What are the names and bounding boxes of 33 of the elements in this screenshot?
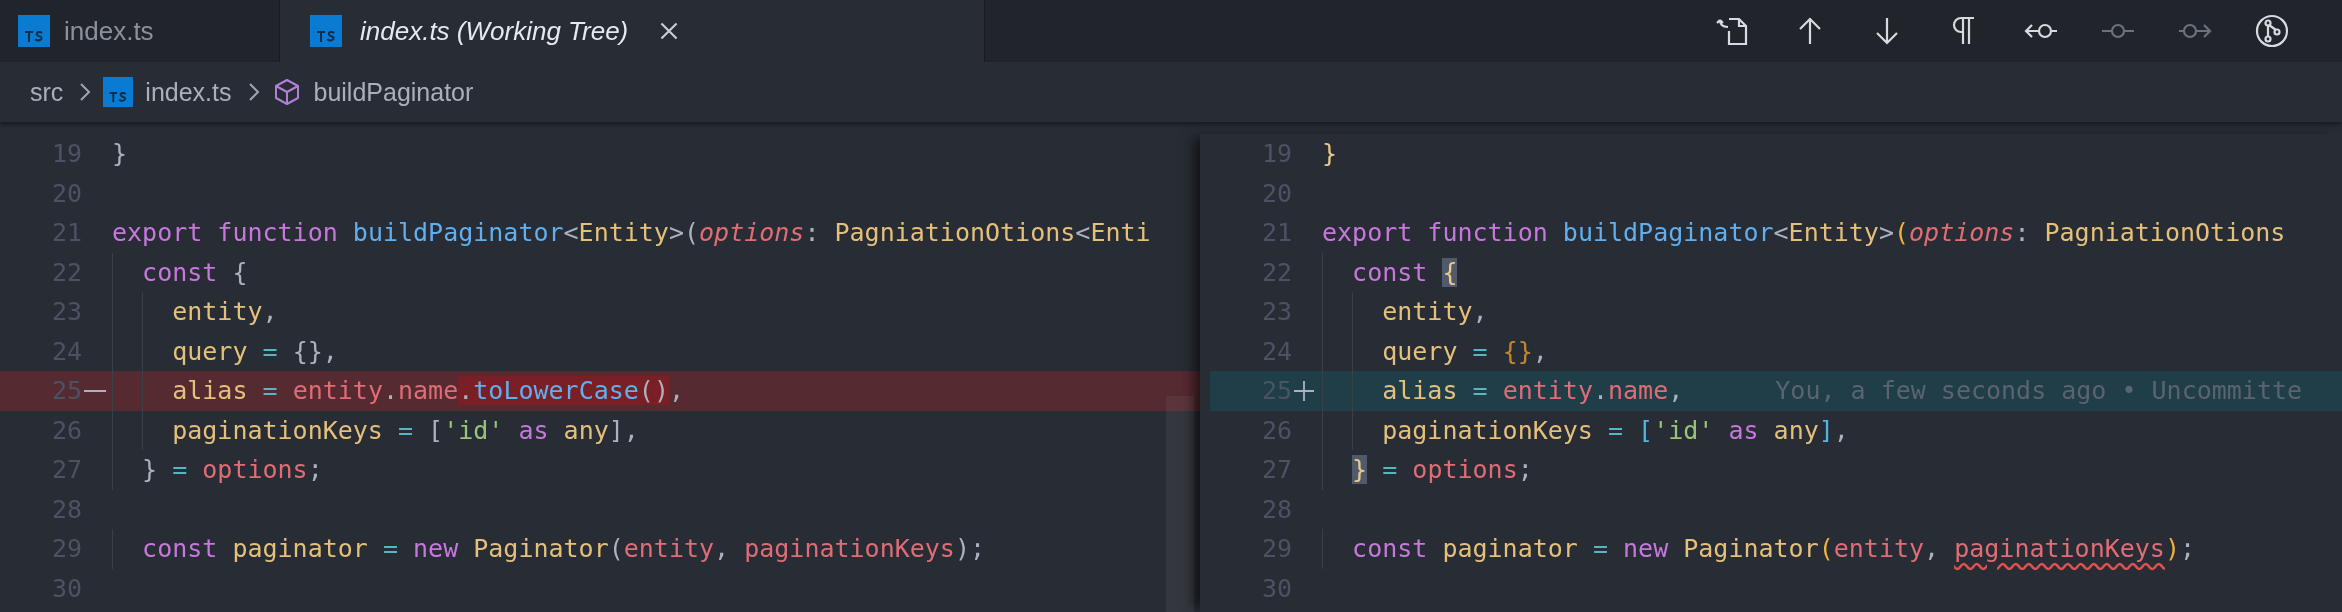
code-line: const paginator = new Paginator(entity, paginationKeys); xyxy=(141,534,985,564)
code-line: paginationKeys = ['id' as any], xyxy=(1381,415,1849,445)
code-line: query = {}, xyxy=(171,336,338,366)
code-line: } = options; xyxy=(1351,455,1533,485)
code-line: alias = entity.name.toLowerCase(), xyxy=(171,376,685,406)
code-line: alias = entity.name, xyxy=(1381,376,1684,406)
code-line: export function buildPaginator<Entity>(options: PagniationOtions<Enti xyxy=(112,218,1151,248)
code-line: entity, xyxy=(1381,297,1488,327)
tab-label: index.ts (Working Tree) xyxy=(360,15,629,47)
code-line: } xyxy=(1322,139,1338,169)
breadcrumb-item[interactable]: index.ts xyxy=(145,77,232,107)
code-line: paginationKeys = ['id' as any], xyxy=(171,415,639,445)
breadcrumb-item[interactable]: src xyxy=(30,77,64,107)
code-line: } = options; xyxy=(141,455,323,485)
code-line: query = {}, xyxy=(1381,336,1548,366)
chevron-right-icon xyxy=(79,82,92,102)
git-branch-icon[interactable] xyxy=(2254,13,2290,49)
code-line: const paginator = new Paginator(entity, paginationKeys); xyxy=(1351,534,2196,564)
blame-annotation: You, a few seconds ago • Uncommitte xyxy=(1775,376,2303,406)
scrollbar-thumb[interactable] xyxy=(1166,396,1194,612)
chevron-right-icon xyxy=(247,82,260,102)
plus-icon xyxy=(1294,380,1314,401)
code-line: export function buildPaginator<Entity>(options: PagniationOtions xyxy=(1322,218,2286,248)
breadcrumb-item[interactable]: buildPaginator xyxy=(313,77,474,107)
code-line: } xyxy=(112,139,128,169)
tab-label: index.ts xyxy=(64,15,154,47)
typescript-file-icon xyxy=(103,77,134,107)
typescript-file-icon xyxy=(18,15,50,47)
code-line: entity, xyxy=(171,297,278,327)
typescript-file-icon xyxy=(310,15,342,47)
code-line: const { xyxy=(141,257,248,287)
code-line: const { xyxy=(1351,257,1458,287)
editor-tab[interactable]: index.ts (Working Tree) xyxy=(280,0,985,62)
